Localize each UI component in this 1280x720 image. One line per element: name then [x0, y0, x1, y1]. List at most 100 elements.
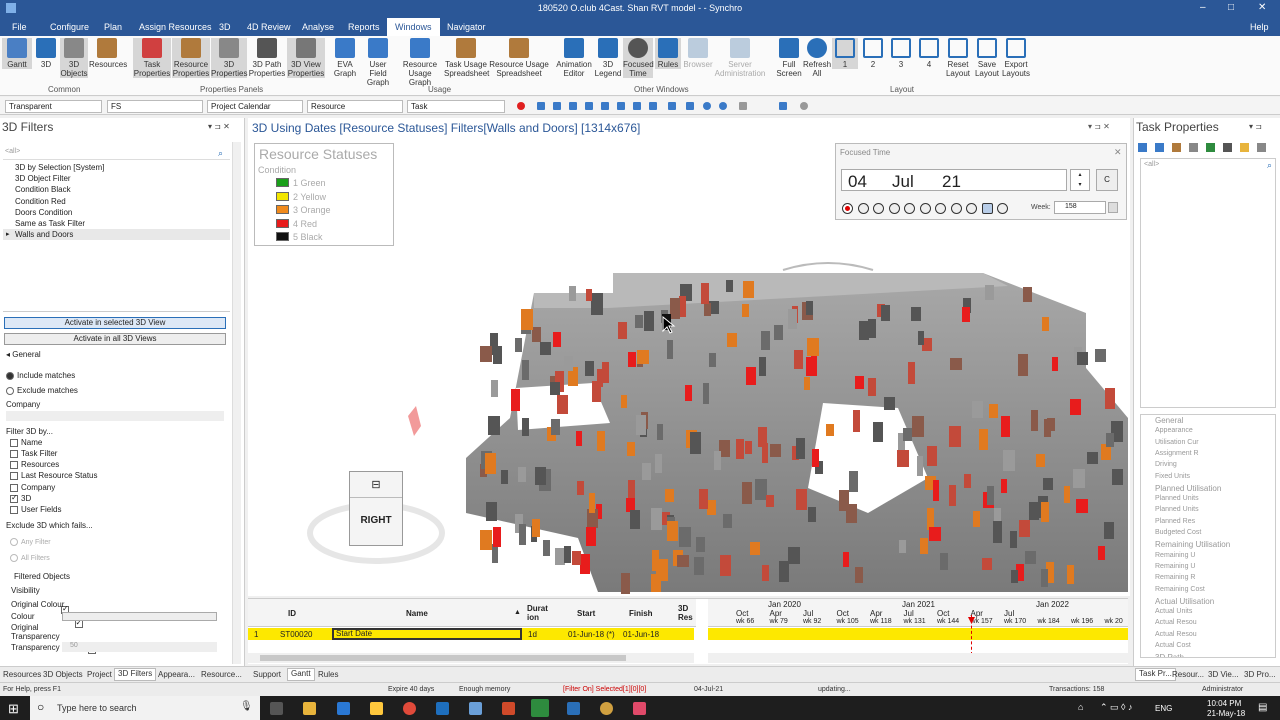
gantt-button[interactable]: Gantt [2, 38, 32, 69]
wall-element[interactable] [806, 357, 817, 376]
wall-element[interactable] [1023, 287, 1032, 302]
wall-element[interactable] [488, 416, 500, 435]
wall-element[interactable] [1106, 433, 1114, 447]
notifications-icon[interactable]: ▤ [1258, 702, 1267, 713]
wall-element[interactable] [766, 495, 774, 507]
store-icon[interactable] [370, 702, 383, 715]
table-row[interactable]: 1 ST00020 Start Date 1d 01-Jun-18 (*) 01… [248, 628, 694, 640]
wall-element[interactable] [736, 439, 744, 459]
wall-element[interactable] [806, 301, 813, 315]
wall-element[interactable] [855, 567, 863, 583]
property-row[interactable]: Actual Cost [1155, 642, 1191, 649]
wall-element[interactable] [628, 480, 635, 498]
wall-element[interactable] [572, 551, 581, 565]
wall-element[interactable] [812, 449, 819, 467]
go-start-icon[interactable] [537, 102, 545, 110]
wall-element[interactable] [1025, 551, 1036, 564]
wall-element[interactable] [759, 357, 766, 376]
property-row[interactable]: Driving [1155, 461, 1177, 468]
wall-element[interactable] [720, 555, 731, 576]
view-close-icon[interactable]: ▾ ⊐ ✕ [1088, 122, 1110, 131]
settings-icon[interactable] [800, 102, 808, 110]
menu-plan[interactable]: Plan [104, 22, 122, 32]
go-end-icon[interactable] [950, 203, 962, 214]
menu-configure[interactable]: Configure [50, 22, 89, 32]
property-row[interactable]: Remaining U [1155, 563, 1195, 570]
scrollbar[interactable] [232, 142, 241, 664]
stop-icon[interactable] [904, 203, 915, 214]
general-section[interactable]: ◂ General [6, 350, 41, 359]
wall-element[interactable] [933, 480, 939, 501]
layout-3-button[interactable]: 3 [888, 38, 914, 69]
wall-element[interactable] [1001, 479, 1007, 493]
wall-element[interactable] [949, 485, 956, 506]
link-type-select[interactable]: FS [107, 100, 203, 113]
maximize-icon[interactable]: □ [1228, 2, 1234, 13]
filter-item[interactable]: Condition Red [15, 197, 66, 206]
tree-icon[interactable] [1206, 143, 1215, 152]
wall-element[interactable] [881, 305, 890, 321]
transparency-input[interactable]: 50 [62, 642, 217, 652]
menu-navigator[interactable]: Navigator [447, 22, 486, 32]
language-indicator[interactable]: ENG [1155, 704, 1172, 713]
wall-element[interactable] [1011, 570, 1018, 583]
link-icon[interactable] [1155, 143, 1164, 152]
cube-top-icon[interactable]: ⊟ [350, 472, 402, 498]
reset-layout-button[interactable]: Reset Layout [944, 38, 972, 78]
wall-element[interactable] [667, 340, 673, 359]
col-id[interactable]: ID [288, 609, 296, 618]
resources-button[interactable]: Resources [89, 38, 127, 69]
project-icon[interactable] [531, 699, 549, 717]
step-back-icon[interactable] [553, 102, 561, 110]
property-row[interactable]: Utilisation Cur [1155, 439, 1199, 446]
wall-element[interactable] [665, 489, 674, 502]
wall-element[interactable] [972, 401, 983, 418]
property-section[interactable]: 3D Path [1155, 653, 1184, 657]
gantt-table-scrollbar[interactable] [248, 653, 694, 663]
resource-properties-button[interactable]: Resource Properties [172, 38, 210, 78]
app-icon[interactable] [469, 702, 482, 715]
wall-element[interactable] [485, 453, 496, 474]
wall-element[interactable] [553, 332, 561, 347]
wall-element[interactable] [796, 438, 805, 459]
wall-element[interactable] [540, 342, 551, 355]
company-field[interactable] [6, 411, 224, 421]
wall-element[interactable] [779, 561, 789, 582]
wall-element[interactable] [636, 415, 646, 435]
property-row[interactable]: Remaining R [1155, 574, 1195, 581]
filter-by-task-filter[interactable]: Task Filter [10, 449, 57, 458]
go-end-icon[interactable] [633, 102, 641, 110]
wall-element[interactable] [644, 311, 654, 331]
filter-item[interactable]: 3D Object Filter [15, 174, 71, 183]
any-filter-radio[interactable]: Any Filter [10, 538, 51, 546]
wall-element[interactable] [515, 338, 522, 352]
wall-element[interactable] [788, 547, 800, 564]
wall-element[interactable] [1087, 452, 1098, 464]
animation-editor-button[interactable]: Animation Editor [555, 38, 593, 78]
wall-element[interactable] [655, 454, 662, 473]
rules-button[interactable]: Rules [655, 38, 681, 69]
property-row[interactable]: Planned Units [1155, 495, 1199, 502]
wall-element[interactable] [804, 377, 810, 390]
wall-element[interactable] [690, 432, 701, 454]
wall-element[interactable] [511, 389, 520, 411]
play-icon[interactable] [601, 102, 609, 110]
wall-element[interactable] [1041, 569, 1048, 587]
date-spinner[interactable]: ▴ ▾ [1070, 169, 1090, 191]
3d-path-properties-button[interactable]: 3D Path Properties [248, 38, 286, 78]
autodesk-icon[interactable] [567, 702, 580, 715]
tab-support[interactable]: Support [253, 670, 281, 679]
wall-element[interactable] [868, 378, 876, 396]
wall-element[interactable] [694, 557, 704, 575]
wall-element[interactable] [577, 481, 584, 495]
wall-element[interactable] [532, 519, 540, 537]
browser-button[interactable]: Browser [682, 38, 714, 69]
tab-resource-properties[interactable]: Resour... [1172, 670, 1204, 679]
wall-element[interactable] [979, 429, 988, 450]
wall-element[interactable] [1041, 502, 1049, 522]
wall-element[interactable] [987, 486, 994, 505]
filter-time-icon[interactable] [719, 102, 727, 110]
menu-4d-review[interactable]: 4D Review [247, 22, 291, 32]
expand-icon[interactable]: ▸ [6, 230, 10, 238]
wall-element[interactable] [908, 362, 915, 384]
